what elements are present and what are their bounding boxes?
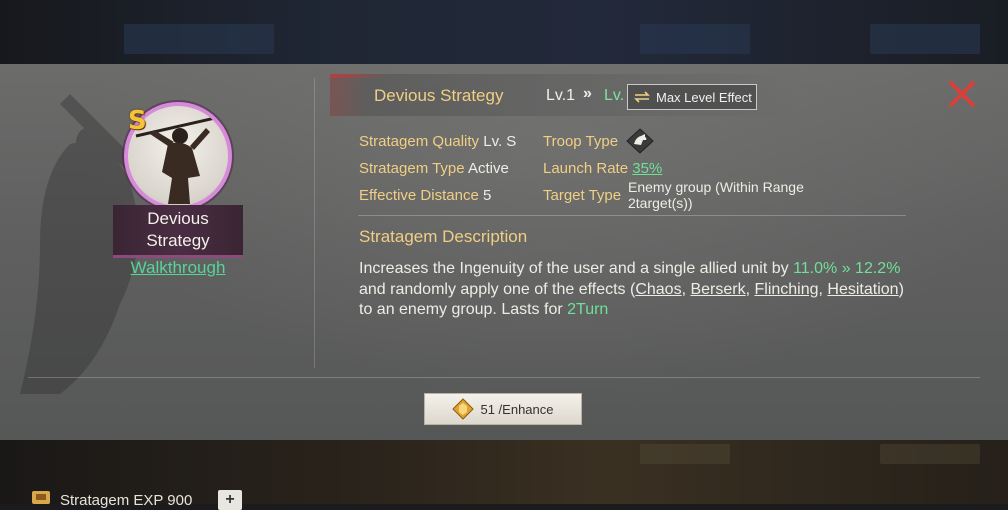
desc-arrow: » [837,260,856,277]
cavalry-horse-icon [626,128,654,154]
desc-text: and randomly apply one of the effects ( [359,280,636,298]
desc-value: 2Turn [567,301,609,318]
stratagem-name: Devious Strategy [146,209,210,250]
stratagem-detail-modal: S Devious Strategy Walkthrough Devious S… [0,64,1008,440]
max-level-effect-button[interactable]: Max Level Effect [627,84,757,110]
vertical-divider [314,78,315,368]
background-top [0,0,1008,64]
enhance-label: 51 /Enhance [480,401,554,417]
attr-distance-value: 5 [482,187,492,204]
stratagem-grade-badge: S [128,106,147,136]
desc-text: Increases the Ingenuity of the user and … [359,260,794,277]
attr-type-key: Stratagem Type [359,160,465,177]
attr-target-value-line: 2target(s)) [628,195,693,211]
background-block [880,444,980,464]
attr-distance-key: Effective Distance [359,187,479,204]
attr-quality-key: Stratagem Quality [359,133,480,150]
enhance-material-icon [452,398,475,420]
stratagem-exp-label: Stratagem EXP 900 [60,492,193,509]
attr-target-value: Enemy group (Within Range 2target(s)) [628,179,888,211]
current-level: Lv.1 [546,87,576,104]
effect-link-chaos[interactable]: Chaos [635,281,681,298]
attr-distance: Effective Distance 5 [359,187,491,204]
attr-troop: Troop Type [543,133,618,150]
attr-launch-value[interactable]: 35% [632,160,662,177]
attr-troop-key: Troop Type [543,133,619,150]
level-arrow-icon: » [583,85,592,102]
attr-quality-value: Lv. S [483,133,517,150]
background-block [640,444,730,464]
horizontal-divider [28,377,980,378]
add-exp-button[interactable]: + [218,490,242,510]
close-icon[interactable] [946,78,978,110]
swap-arrows-icon [634,91,650,103]
desc-value: 11.0% [793,260,838,277]
attributes-divider [358,215,906,216]
background-tab [124,24,274,54]
description-title: Stratagem Description [359,227,528,246]
attr-target-value-line: Enemy group (Within Range [628,179,804,195]
attr-type: Stratagem Type Active [359,160,509,177]
desc-value: 12.2% [855,260,901,277]
stratagem-name-plate: Devious Strategy [113,205,243,258]
max-level-effect-label: Max Level Effect [656,89,752,105]
stratagem-title: Devious Strategy [374,86,504,105]
walkthrough-link[interactable]: Walkthrough [113,258,243,278]
effect-link-berserk[interactable]: Berserk [690,281,745,298]
attr-target-key: Target Type [543,187,622,204]
effect-link-hesitation[interactable]: Hesitation [827,281,898,298]
attr-quality: Stratagem Quality Lv. S [359,133,516,150]
background-tab [640,24,750,54]
attr-type-value: Active [467,160,509,177]
next-level: Lv. [604,87,625,104]
attr-launch-key: Launch Rate [543,160,629,177]
background-tab [870,24,980,54]
effect-link-flinching[interactable]: Flinching [754,281,818,298]
description-text: Increases the Ingenuity of the user and … [359,259,904,321]
attr-launch-rate: Launch Rate 35% [543,160,662,177]
enhance-button[interactable]: 51 /Enhance [424,393,582,425]
exp-scroll-icon [32,491,50,504]
attr-target: Target Type [543,187,621,204]
